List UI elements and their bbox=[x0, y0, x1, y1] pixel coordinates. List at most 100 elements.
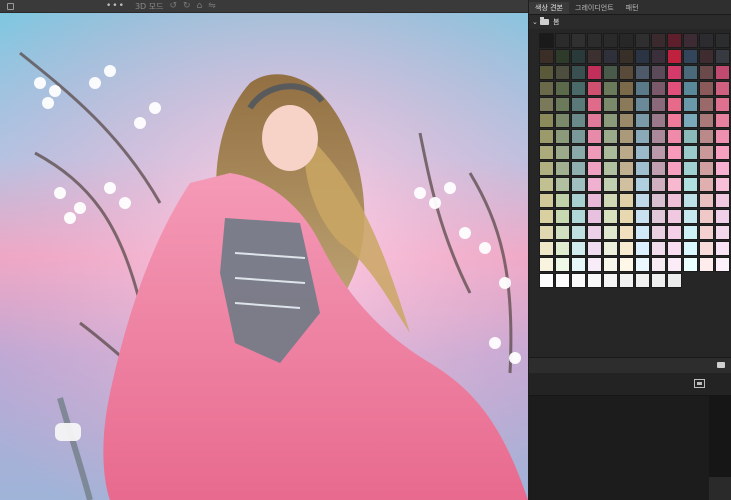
color-swatch[interactable] bbox=[587, 81, 602, 96]
color-swatch[interactable] bbox=[699, 177, 714, 192]
color-swatch[interactable] bbox=[635, 177, 650, 192]
color-swatch[interactable] bbox=[587, 225, 602, 240]
color-swatch[interactable] bbox=[571, 193, 586, 208]
color-swatch[interactable] bbox=[539, 177, 554, 192]
color-swatch[interactable] bbox=[715, 81, 730, 96]
color-swatch[interactable] bbox=[603, 129, 618, 144]
tab-swatches[interactable]: 색상 견본 bbox=[529, 2, 569, 14]
color-swatch[interactable] bbox=[715, 145, 730, 160]
color-swatch[interactable] bbox=[635, 49, 650, 64]
color-swatch[interactable] bbox=[539, 113, 554, 128]
color-swatch[interactable] bbox=[667, 97, 682, 112]
color-swatch[interactable] bbox=[683, 33, 698, 48]
color-swatch[interactable] bbox=[635, 97, 650, 112]
color-swatch[interactable] bbox=[667, 273, 682, 288]
color-swatch[interactable] bbox=[667, 177, 682, 192]
color-swatch[interactable] bbox=[539, 257, 554, 272]
color-swatch[interactable] bbox=[651, 81, 666, 96]
color-swatch[interactable] bbox=[651, 193, 666, 208]
color-swatch[interactable] bbox=[635, 257, 650, 272]
color-swatch[interactable] bbox=[587, 113, 602, 128]
color-swatch[interactable] bbox=[603, 273, 618, 288]
color-swatch[interactable] bbox=[699, 241, 714, 256]
color-swatch[interactable] bbox=[667, 225, 682, 240]
color-swatch[interactable] bbox=[635, 33, 650, 48]
color-swatch[interactable] bbox=[715, 129, 730, 144]
color-swatch[interactable] bbox=[699, 145, 714, 160]
color-swatch[interactable] bbox=[683, 145, 698, 160]
color-swatch[interactable] bbox=[635, 273, 650, 288]
color-swatch[interactable] bbox=[635, 65, 650, 80]
color-swatch[interactable] bbox=[571, 161, 586, 176]
color-swatch[interactable] bbox=[555, 225, 570, 240]
color-swatch[interactable] bbox=[555, 113, 570, 128]
color-swatch[interactable] bbox=[683, 97, 698, 112]
tab-gradients[interactable]: 그레이디언트 bbox=[569, 2, 620, 14]
color-swatch[interactable] bbox=[571, 81, 586, 96]
color-swatch[interactable] bbox=[699, 225, 714, 240]
color-swatch[interactable] bbox=[555, 33, 570, 48]
color-swatch[interactable] bbox=[619, 257, 634, 272]
color-swatch[interactable] bbox=[699, 33, 714, 48]
color-swatch[interactable] bbox=[619, 97, 634, 112]
color-swatch[interactable] bbox=[587, 49, 602, 64]
color-swatch[interactable] bbox=[715, 161, 730, 176]
color-swatch[interactable] bbox=[699, 81, 714, 96]
color-swatch[interactable] bbox=[619, 193, 634, 208]
color-swatch[interactable] bbox=[619, 209, 634, 224]
color-swatch[interactable] bbox=[699, 65, 714, 80]
color-swatch[interactable] bbox=[667, 49, 682, 64]
color-swatch[interactable] bbox=[651, 129, 666, 144]
flip-icon[interactable]: ⇋ bbox=[208, 1, 216, 11]
color-swatch[interactable] bbox=[539, 33, 554, 48]
color-swatch[interactable] bbox=[539, 225, 554, 240]
color-swatch[interactable] bbox=[603, 33, 618, 48]
swatch-folder-row[interactable]: ⌄ 봄 bbox=[529, 15, 731, 29]
color-swatch[interactable] bbox=[587, 193, 602, 208]
color-swatch[interactable] bbox=[603, 81, 618, 96]
color-swatch[interactable] bbox=[555, 65, 570, 80]
color-swatch[interactable] bbox=[667, 257, 682, 272]
color-swatch[interactable] bbox=[667, 161, 682, 176]
color-swatch[interactable] bbox=[571, 33, 586, 48]
color-swatch[interactable] bbox=[587, 97, 602, 112]
color-swatch[interactable] bbox=[603, 97, 618, 112]
color-swatch[interactable] bbox=[571, 241, 586, 256]
color-swatch[interactable] bbox=[651, 241, 666, 256]
color-swatch[interactable] bbox=[715, 241, 730, 256]
color-swatch[interactable] bbox=[635, 113, 650, 128]
color-swatch[interactable] bbox=[603, 113, 618, 128]
color-swatch[interactable] bbox=[651, 273, 666, 288]
color-swatch[interactable] bbox=[587, 177, 602, 192]
color-swatch[interactable] bbox=[683, 177, 698, 192]
color-swatch[interactable] bbox=[699, 209, 714, 224]
color-swatch[interactable] bbox=[571, 273, 586, 288]
color-swatch[interactable] bbox=[555, 161, 570, 176]
color-swatch[interactable] bbox=[635, 145, 650, 160]
color-swatch[interactable] bbox=[715, 209, 730, 224]
color-swatch[interactable] bbox=[603, 225, 618, 240]
rotate-icon[interactable]: ↺ bbox=[169, 1, 177, 11]
color-swatch[interactable] bbox=[619, 65, 634, 80]
color-swatch[interactable] bbox=[587, 145, 602, 160]
color-swatch[interactable] bbox=[683, 129, 698, 144]
color-swatch[interactable] bbox=[603, 161, 618, 176]
color-swatch[interactable] bbox=[683, 113, 698, 128]
color-swatch[interactable] bbox=[651, 177, 666, 192]
color-swatch[interactable] bbox=[635, 241, 650, 256]
color-swatch[interactable] bbox=[571, 257, 586, 272]
color-swatch[interactable] bbox=[539, 97, 554, 112]
color-swatch[interactable] bbox=[715, 225, 730, 240]
color-swatch[interactable] bbox=[699, 161, 714, 176]
expand-icon[interactable] bbox=[694, 379, 705, 388]
color-swatch[interactable] bbox=[555, 241, 570, 256]
color-swatch[interactable] bbox=[699, 97, 714, 112]
color-swatch[interactable] bbox=[619, 225, 634, 240]
color-swatch[interactable] bbox=[635, 209, 650, 224]
color-swatch[interactable] bbox=[571, 65, 586, 80]
color-swatch[interactable] bbox=[619, 177, 634, 192]
panel-toggle-icon[interactable] bbox=[7, 2, 14, 10]
color-swatch[interactable] bbox=[651, 113, 666, 128]
color-swatch[interactable] bbox=[715, 177, 730, 192]
color-swatch[interactable] bbox=[667, 113, 682, 128]
